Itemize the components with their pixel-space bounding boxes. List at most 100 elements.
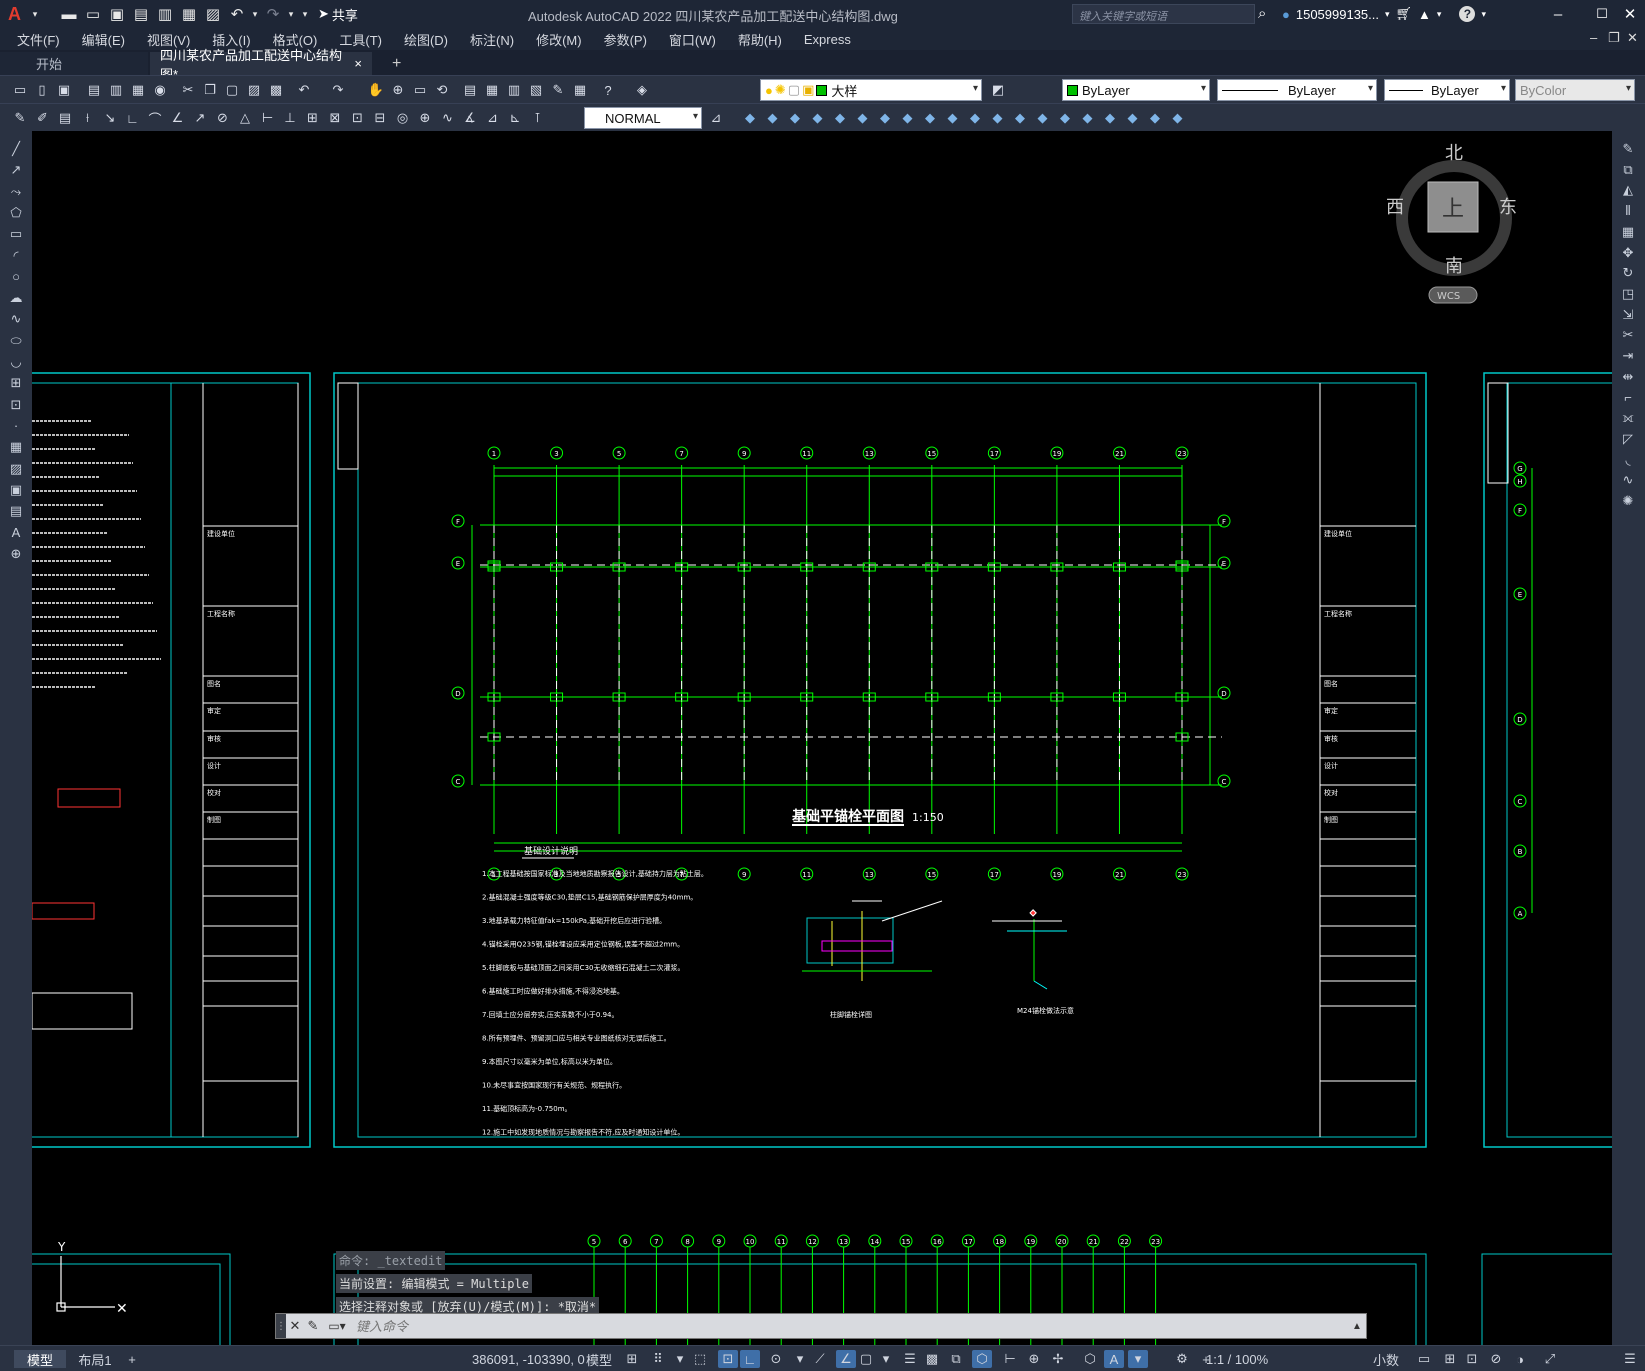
dimension-tool-21-icon[interactable]: ∡	[460, 108, 480, 128]
publish-icon[interactable]: ▦	[128, 80, 148, 100]
lineweight-icon[interactable]: ☰	[900, 1350, 920, 1368]
offset-icon[interactable]: ⫴	[1617, 201, 1639, 221]
block-editor-icon[interactable]: ▩	[266, 80, 286, 100]
close-window-button[interactable]: ✕	[1617, 2, 1643, 26]
dimension-tool-23-icon[interactable]: ⊾	[505, 108, 525, 128]
view-tool-3-icon[interactable]: ◆	[785, 108, 805, 128]
3d-print-icon[interactable]: ◉	[150, 80, 170, 100]
dimension-tool-6-icon[interactable]: ∟	[123, 108, 143, 128]
dynamic-ucs-icon[interactable]: ⊢	[1000, 1350, 1020, 1368]
view-tool-1-icon[interactable]: ◆	[740, 108, 760, 128]
ellipse-icon[interactable]: ⬭	[5, 331, 27, 351]
lineweight-dropdown[interactable]: ByLayer ▾	[1384, 79, 1510, 101]
help-icon[interactable]: ?	[598, 80, 618, 100]
dimension-tool-10-icon[interactable]: ⊘	[213, 108, 233, 128]
gizmo-icon[interactable]: ✢	[1048, 1350, 1068, 1368]
rotate-icon[interactable]: ↻	[1617, 263, 1639, 283]
search-icon[interactable]: ⌕	[1258, 5, 1266, 22]
isodraft-icon[interactable]: ⟋	[810, 1350, 830, 1368]
share-button[interactable]: ➤ 共享	[318, 5, 358, 24]
workspace-icon[interactable]: ⚙	[1172, 1350, 1192, 1368]
dimension-tool-18-icon[interactable]: ◎	[393, 108, 413, 128]
qnew-icon[interactable]: ▭	[10, 80, 30, 100]
customization-icon[interactable]: ☰	[1620, 1350, 1640, 1368]
model-space-button[interactable]: 模型	[586, 1350, 612, 1368]
dimension-tool-5-icon[interactable]: ↘	[100, 108, 120, 128]
open-file-icon[interactable]: ▭	[82, 3, 104, 25]
wrench-icon[interactable]: ✎	[304, 1318, 322, 1334]
view-tool-4-icon[interactable]: ◆	[808, 108, 828, 128]
viewcube-top-label[interactable]: 上	[1442, 197, 1464, 222]
dimension-tool-16-icon[interactable]: ⊡	[348, 108, 368, 128]
plot-icon[interactable]: ▨	[202, 3, 224, 25]
extend-icon[interactable]: ⇥	[1617, 346, 1639, 366]
layout-tab-model[interactable]: 模型	[14, 1350, 66, 1368]
dimension-tool-12-icon[interactable]: ⊢	[258, 108, 278, 128]
view-tool-18-icon[interactable]: ◆	[1123, 108, 1143, 128]
plot-preview-icon[interactable]: ▥	[106, 80, 126, 100]
paste-icon[interactable]: ▢	[222, 80, 242, 100]
transparency-icon[interactable]: ▩	[922, 1350, 942, 1368]
table-icon[interactable]: ▤	[5, 501, 27, 521]
viewcube-west-label[interactable]: 西	[1386, 197, 1404, 218]
selection-filter-icon[interactable]: ⊕	[1024, 1350, 1044, 1368]
explode-icon[interactable]: ✺	[1617, 491, 1639, 511]
undo-icon[interactable]: ↶	[294, 80, 314, 100]
move-icon[interactable]: ✥	[1617, 243, 1639, 263]
new-tab-button[interactable]: +	[382, 52, 411, 75]
layer-dropdown[interactable]: ● ✺ ▢ ▣ 大样 ▾	[760, 79, 982, 101]
dimension-tool-22-icon[interactable]: ⊿	[483, 108, 503, 128]
view-tool-9-icon[interactable]: ◆	[920, 108, 940, 128]
view-tool-11-icon[interactable]: ◆	[965, 108, 985, 128]
join-icon[interactable]: ⟗	[1617, 408, 1639, 428]
redo-icon[interactable]: ↷	[328, 80, 348, 100]
autocad-logo[interactable]: A	[8, 4, 28, 25]
dimension-tool-13-icon[interactable]: ⊥	[280, 108, 300, 128]
erase-icon[interactable]: ✎	[1617, 139, 1639, 159]
undo-icon[interactable]: ↶	[226, 3, 248, 25]
chamfer-icon[interactable]: ◸	[1617, 429, 1639, 449]
zoom-window-icon[interactable]: ▭	[410, 80, 430, 100]
dimension-tool-3-icon[interactable]: ▤	[55, 108, 75, 128]
view-tool-16-icon[interactable]: ◆	[1078, 108, 1098, 128]
layout-tab-layout1[interactable]: 布局1	[70, 1350, 120, 1368]
copy-object-icon[interactable]: ⧉	[1617, 160, 1639, 180]
plotstyle-dropdown[interactable]: ByColor ▾	[1515, 79, 1635, 101]
app-menu-chevron-icon[interactable]: ▾	[30, 3, 40, 25]
polar-dropdown-icon[interactable]: ▾	[790, 1350, 810, 1368]
command-input[interactable]	[352, 1315, 1348, 1337]
layer-properties-icon[interactable]: ◈	[632, 80, 652, 100]
spline-icon[interactable]: ∿	[5, 309, 27, 329]
dimension-tool-7-icon[interactable]: ⌒	[145, 108, 165, 128]
undo-dropdown-icon[interactable]: ▾	[250, 3, 260, 25]
menu-help[interactable]: 帮助(H)	[727, 30, 793, 49]
break-at-point-icon[interactable]: ⇹	[1617, 367, 1639, 387]
menu-edit[interactable]: 编辑(E)	[71, 30, 136, 49]
layer-match-icon[interactable]: ◩	[988, 80, 1008, 100]
tool-palettes-icon[interactable]: ▥	[504, 80, 524, 100]
dimension-tool-19-icon[interactable]: ⊕	[415, 108, 435, 128]
point-icon[interactable]: ·	[5, 416, 27, 436]
view-tool-5-icon[interactable]: ◆	[830, 108, 850, 128]
viewcube-south-label[interactable]: 南	[1445, 256, 1463, 277]
add-layout-button[interactable]: +	[124, 1350, 140, 1368]
menu-parameter[interactable]: 参数(P)	[593, 30, 658, 49]
menu-draw[interactable]: 绘图(D)	[393, 30, 459, 49]
selection-cycling-icon[interactable]: ⧉	[946, 1350, 966, 1368]
ortho-icon[interactable]: ∟	[740, 1350, 760, 1368]
annotation-scale-dropdown-icon[interactable]: ▾	[1128, 1350, 1148, 1368]
hatch-icon[interactable]: ▦	[5, 437, 27, 457]
user-account[interactable]: ● 1505999135... ▾ 🛒︎ ▲ ▾ ? ▾	[1282, 6, 1486, 22]
sheet-set-icon[interactable]: ▧	[526, 80, 546, 100]
units-dropdown[interactable]: 小数	[1373, 1350, 1399, 1368]
customize-qat-icon[interactable]: ▾	[298, 3, 312, 25]
dimension-tool-8-icon[interactable]: ∠	[168, 108, 188, 128]
doc-restore-button[interactable]: ❐	[1608, 30, 1620, 46]
view-tool-20-icon[interactable]: ◆	[1168, 108, 1188, 128]
menu-modify[interactable]: 修改(M)	[525, 30, 593, 49]
close-tab-icon[interactable]: ×	[354, 56, 362, 71]
dimension-tool-14-icon[interactable]: ⊞	[303, 108, 323, 128]
menu-window[interactable]: 窗口(W)	[658, 30, 727, 49]
zoom-realtime-icon[interactable]: ⊕	[388, 80, 408, 100]
view-tool-15-icon[interactable]: ◆	[1055, 108, 1075, 128]
